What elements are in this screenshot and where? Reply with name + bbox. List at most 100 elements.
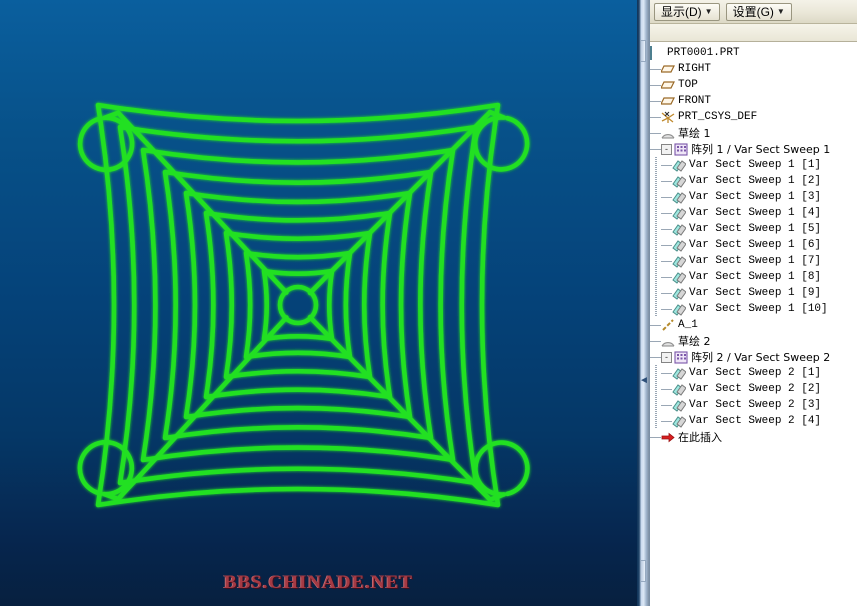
tree-indent-guide: [650, 333, 661, 349]
tree-item[interactable]: A_1: [650, 317, 857, 333]
tree-indent-guide: [661, 413, 672, 429]
sweep-icon: [672, 383, 687, 396]
button-label: 显示(D): [661, 5, 702, 19]
tree-indent-guide: [661, 253, 672, 269]
tree-indent-guide: [650, 173, 661, 189]
tree-indent-guide: [661, 269, 672, 285]
tree-item[interactable]: Var Sect Sweep 1 [4]: [650, 205, 857, 221]
tree-indent-guide: [650, 381, 661, 397]
tree-item[interactable]: Var Sect Sweep 1 [10]: [650, 301, 857, 317]
tree-item[interactable]: Var Sect Sweep 1 [3]: [650, 189, 857, 205]
tree-item[interactable]: - 阵列 2 / Var Sect Sweep 2: [650, 349, 857, 365]
tree-indent-guide: [661, 205, 672, 221]
plane-icon: [660, 95, 675, 108]
model-tree-panel: 显示(D) ▼ 设置(G) ▼ PRT0001.PRT RIGHT TOP FRONT PRT…: [649, 0, 857, 606]
tree-item[interactable]: Var Sect Sweep 2 [4]: [650, 413, 857, 429]
display-menu-button[interactable]: 显示(D) ▼: [654, 2, 720, 21]
tree-item-label: Var Sect Sweep 1 [8]: [689, 271, 822, 283]
tree-indent-guide: [650, 237, 661, 253]
3d-graphics-viewport[interactable]: BBS.CHINADE.NET: [0, 0, 637, 606]
tree-item-label: 草绘 1: [678, 127, 711, 140]
tree-item-label: A_1: [678, 319, 698, 331]
tree-item[interactable]: - 阵列 1 / Var Sect Sweep 1: [650, 141, 857, 157]
sweep-icon: [672, 239, 687, 252]
axis-icon: [661, 318, 675, 332]
sweep-icon: [672, 159, 687, 172]
tree-indent-guide: [661, 381, 672, 397]
tree-indent-guide: [650, 397, 661, 413]
tree-indent-guide: [650, 205, 661, 221]
panel-header-strip: [650, 24, 857, 42]
tree-indent-guide: [650, 141, 661, 157]
tree-indent-guide: [661, 365, 672, 381]
sweep-icon: [672, 415, 687, 428]
tree-item-label: 在此插入: [678, 431, 722, 444]
spider-web-model: [77, 102, 530, 508]
tree-item-label: Var Sect Sweep 1 [2]: [689, 175, 822, 187]
collapse-arrow-icon[interactable]: ◄: [639, 376, 649, 386]
tree-item[interactable]: Var Sect Sweep 1 [1]: [650, 157, 857, 173]
tree-item[interactable]: FRONT: [650, 93, 857, 109]
tree-item-label: Var Sect Sweep 1 [5]: [689, 223, 822, 235]
site-watermark: BBS.CHINADE.NET: [223, 572, 414, 593]
tree-item[interactable]: Var Sect Sweep 2 [1]: [650, 365, 857, 381]
panel-splitter[interactable]: ◄: [637, 0, 649, 606]
sweep-icon: [672, 287, 687, 300]
tree-item[interactable]: PRT0001.PRT: [650, 45, 857, 61]
tree-indent-guide: [650, 253, 661, 269]
pattern-icon: [674, 142, 688, 156]
tree-item[interactable]: 草绘 1: [650, 125, 857, 141]
tree-expander-toggle[interactable]: -: [661, 351, 672, 363]
tree-indent-guide: [650, 365, 661, 381]
tree-indent-guide: [650, 61, 661, 77]
tree-item-label: Var Sect Sweep 1 [9]: [689, 287, 822, 299]
tree-item-label: Var Sect Sweep 2 [1]: [689, 367, 822, 379]
tree-item[interactable]: Var Sect Sweep 1 [2]: [650, 173, 857, 189]
tree-item[interactable]: TOP: [650, 77, 857, 93]
tree-expander-toggle[interactable]: -: [661, 143, 672, 155]
tree-indent-guide: [661, 397, 672, 413]
tree-item[interactable]: Var Sect Sweep 1 [8]: [650, 269, 857, 285]
tree-item-label: Var Sect Sweep 1 [4]: [689, 207, 822, 219]
splitter-grip-bottom[interactable]: [640, 560, 646, 582]
plane-icon: [660, 79, 675, 92]
sweep-icon: [672, 271, 687, 284]
application-window: BBS.CHINADE.NET ◄ 显示(D) ▼ 设置(G) ▼ PRT0001.P…: [0, 0, 857, 606]
tree-indent-guide: [661, 173, 672, 189]
sweep-icon: [672, 303, 687, 316]
tree-item-label: Var Sect Sweep 1 [7]: [689, 255, 822, 267]
tree-item-label: Var Sect Sweep 2 [4]: [689, 415, 822, 427]
tree-indent-guide: [650, 413, 661, 429]
tree-item[interactable]: RIGHT: [650, 61, 857, 77]
tree-indent-guide: [661, 157, 672, 173]
tree-item[interactable]: PRT_CSYS_DEF: [650, 109, 857, 125]
tree-indent-guide: [650, 77, 661, 93]
tree-item[interactable]: Var Sect Sweep 1 [7]: [650, 253, 857, 269]
tree-indent-guide: [650, 189, 661, 205]
sweep-icon: [672, 367, 687, 380]
tree-indent-guide: [661, 237, 672, 253]
splitter-grip-top[interactable]: [640, 40, 646, 62]
sketch-icon: [661, 335, 675, 348]
sweep-icon: [672, 399, 687, 412]
tree-item[interactable]: 在此插入: [650, 429, 857, 445]
tree-item[interactable]: Var Sect Sweep 1 [6]: [650, 237, 857, 253]
tree-indent-guide: [650, 285, 661, 301]
tree-item[interactable]: Var Sect Sweep 2 [3]: [650, 397, 857, 413]
tree-indent-guide: [650, 317, 661, 333]
tree-item[interactable]: Var Sect Sweep 1 [9]: [650, 285, 857, 301]
tree-indent-guide: [650, 93, 661, 109]
model-tree[interactable]: PRT0001.PRT RIGHT TOP FRONT PRT_CSYS_DEF 草绘 1…: [650, 43, 857, 606]
tree-indent-guide: [661, 301, 672, 317]
settings-menu-button[interactable]: 设置(G) ▼: [725, 2, 792, 21]
tree-item[interactable]: Var Sect Sweep 2 [2]: [650, 381, 857, 397]
tree-item-label: 阵列 1 / Var Sect Sweep 1: [691, 143, 831, 156]
sweep-icon: [672, 175, 687, 188]
tree-item-label: Var Sect Sweep 1 [1]: [689, 159, 822, 171]
sweep-icon: [672, 191, 687, 204]
tree-indent-guide: [661, 189, 672, 205]
tree-item-label: TOP: [678, 79, 698, 91]
model-tree-toolbar: 显示(D) ▼ 设置(G) ▼: [650, 0, 857, 24]
tree-item[interactable]: Var Sect Sweep 1 [5]: [650, 221, 857, 237]
tree-item[interactable]: 草绘 2: [650, 333, 857, 349]
